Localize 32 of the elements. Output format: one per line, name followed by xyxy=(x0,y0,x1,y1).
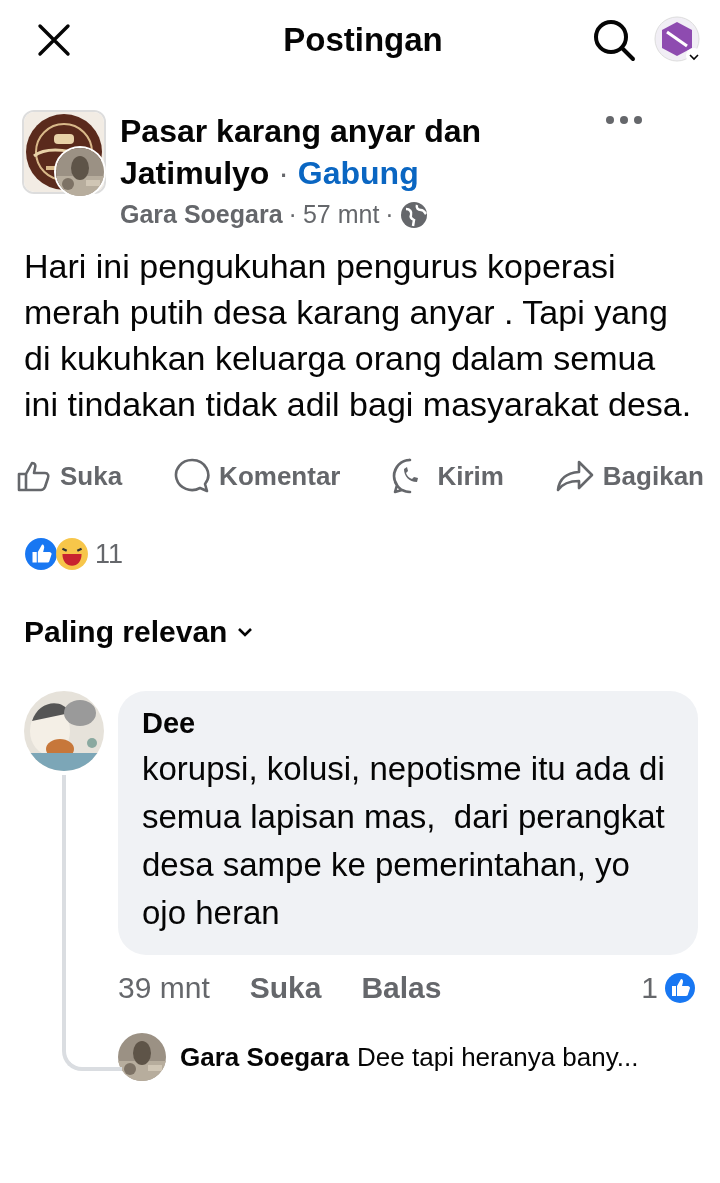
like-reaction-icon xyxy=(24,537,58,571)
search-icon[interactable] xyxy=(592,18,636,62)
comment-time: 39 mnt xyxy=(118,971,210,1005)
reply-link[interactable]: Balas xyxy=(361,971,442,1005)
send-button[interactable]: Kirim xyxy=(391,457,504,495)
sort-dropdown[interactable]: Paling relevan xyxy=(0,571,278,649)
speech-bubble-icon xyxy=(173,457,212,495)
author-name[interactable]: Gara Soegara xyxy=(120,200,283,229)
chevron-down-icon xyxy=(237,627,254,637)
like-link[interactable]: Suka xyxy=(249,971,322,1005)
reply-preview[interactable]: Dee tapi heranya bany... xyxy=(357,1041,639,1073)
commenter-name[interactable]: Dee xyxy=(142,705,674,741)
like-count: 1 xyxy=(641,971,658,1005)
globe-icon xyxy=(399,200,428,229)
comment-button[interactable]: Komentar xyxy=(173,457,341,495)
post-text: Hari ini pengukuhan pengurus koperasi merah putih desa karang anyar . Tapi yang di kukuhkan keluarga orang dalam semua ini tindakan tidak adil bagi masyarakat desa. xyxy=(23,246,693,425)
join-link[interactable]: Gabung xyxy=(297,155,419,191)
laughing-emoji-icon xyxy=(55,537,89,571)
separator-dot: · xyxy=(385,200,394,229)
share-arrow-icon xyxy=(554,459,595,493)
thumbs-up-icon xyxy=(16,459,52,493)
reaction-count[interactable]: 11 xyxy=(95,538,124,570)
page-title: Postingan xyxy=(282,21,444,59)
profile-avatar[interactable] xyxy=(654,16,702,64)
post-time: 57 mnt xyxy=(302,200,380,229)
like-reaction-icon xyxy=(664,972,696,1004)
share-button[interactable]: Bagikan xyxy=(554,457,704,495)
like-button[interactable]: Suka xyxy=(16,457,123,495)
group-title[interactable]: Pasar karang anyar dan Jatimulyo · Gabung xyxy=(120,110,590,194)
reply-author[interactable]: Gara Soegara xyxy=(180,1041,350,1073)
separator-dot: · xyxy=(288,200,297,229)
comment-text: korupsi, kolusi, nepotisme itu ada di semua lapisan mas, dari perangkat desa sampe ke pemerintahan, yo ojo heran xyxy=(142,749,666,933)
